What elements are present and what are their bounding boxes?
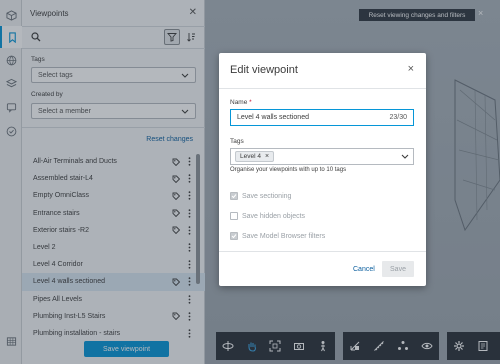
tags-select-field[interactable]: Level 4 × [230, 148, 414, 165]
dialog-divider [219, 251, 426, 252]
checkmark-icon [231, 194, 237, 199]
cancel-button[interactable]: Cancel [353, 266, 375, 273]
checkbox[interactable] [230, 212, 238, 220]
option-label: Save Model Browser filters [242, 232, 326, 240]
dialog-title: Edit viewpoint [230, 64, 298, 76]
tags-field-label: Tags [230, 138, 244, 145]
save-button[interactable]: Save [382, 261, 414, 277]
option-label: Save sectioning [242, 192, 292, 200]
checkbox[interactable] [230, 232, 238, 240]
name-label-text: Name [230, 99, 248, 106]
tag-chip-label: Level 4 [240, 153, 261, 160]
name-char-counter: 23/30 [389, 114, 407, 121]
tag-chip: Level 4 × [235, 151, 275, 162]
dialog-divider [219, 88, 426, 89]
required-mark: * [249, 99, 252, 106]
dialog-close-icon[interactable]: × [408, 63, 414, 75]
save-sectioning-option[interactable]: Save sectioning [230, 192, 291, 200]
tag-chip-remove-icon[interactable]: × [265, 153, 269, 160]
name-input[interactable]: Level 4 walls sectioned 23/30 [230, 109, 414, 126]
name-input-value: Level 4 walls sectioned [237, 114, 309, 121]
checkmark-icon [231, 234, 237, 239]
save-model-browser-filters-option[interactable]: Save Model Browser filters [230, 232, 325, 240]
tags-hint: Organise your viewpoints with up to 10 t… [230, 167, 347, 173]
name-label: Name * [230, 99, 252, 106]
chevron-down-icon [401, 154, 409, 159]
option-label: Save hidden objects [242, 212, 306, 220]
save-hidden-objects-option[interactable]: Save hidden objects [230, 212, 305, 220]
checkbox[interactable] [230, 192, 238, 200]
